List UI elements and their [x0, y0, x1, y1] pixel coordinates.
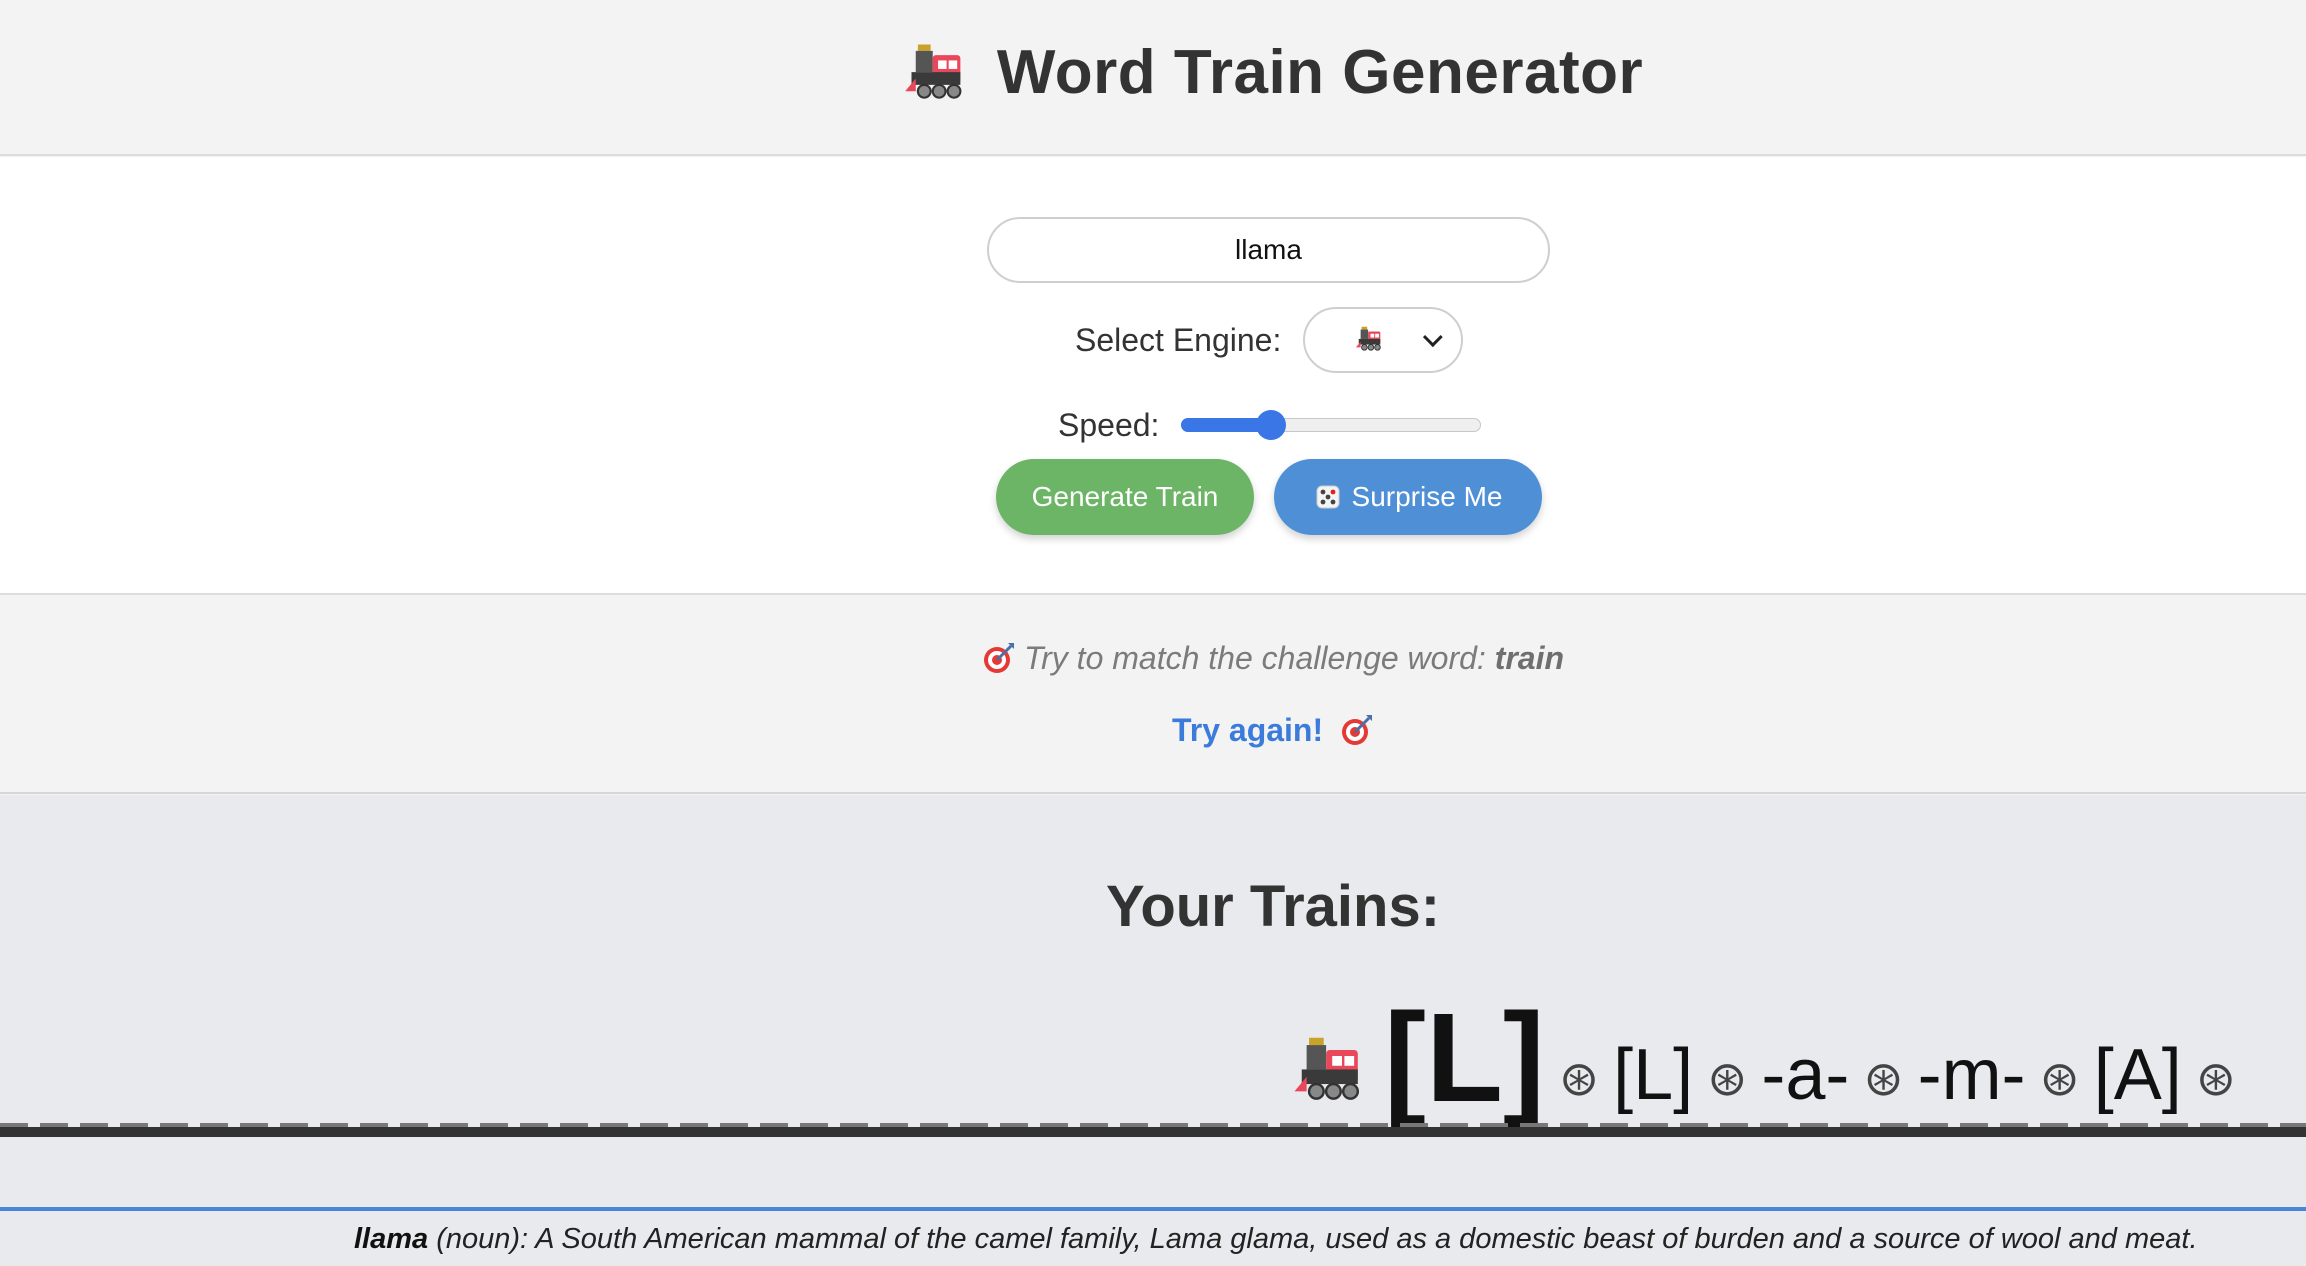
- wheel-icon: ⊛: [2039, 1053, 2080, 1106]
- rail-track: [0, 1127, 2306, 1137]
- engine-select[interactable]: [1303, 307, 1464, 373]
- app-header: Word Train Generator: [0, 0, 2306, 156]
- engine-label: Select Engine:: [1075, 321, 1282, 358]
- target-icon: [1342, 715, 1373, 745]
- speed-slider[interactable]: [1181, 410, 1482, 440]
- train-car: [L]: [1613, 1035, 1694, 1115]
- engine-row: Select Engine:: [1075, 307, 1464, 373]
- challenge-word: train: [1494, 640, 1565, 676]
- challenge-panel: Try to match the challenge word: train T…: [0, 596, 2306, 794]
- train-engine-letter: [L]: [1383, 987, 1545, 1128]
- speed-slider-thumb[interactable]: [1256, 410, 1287, 440]
- word-definition: llama (noun): A South American mammal of…: [354, 1223, 2198, 1256]
- page-title: Word Train Generator: [996, 37, 1644, 107]
- word-train: [L] ⊛ [L] ⊛ -a- ⊛ -m- ⊛ [A] ⊛: [1292, 995, 2236, 1121]
- dice-icon: [1316, 485, 1340, 509]
- engine-option-icon: [1355, 323, 1385, 358]
- trains-heading: Your Trains:: [1105, 874, 1441, 939]
- feedback-text: Try again!: [1171, 712, 1324, 748]
- challenge-prompt-line: Try to match the challenge word: train: [0, 640, 2306, 677]
- challenge-prompt: Try to match the challenge word:: [1023, 640, 1486, 676]
- trains-panel: Your Trains: [L] ⊛ [L] ⊛ -a- ⊛ -m- ⊛ [A] ⊛ llama…: [0, 795, 2306, 1266]
- chevron-down-icon: [1423, 327, 1444, 348]
- wheel-icon: ⊛: [1558, 1053, 1600, 1106]
- controls-panel: Select Engine: Speed: Generate Train: [0, 157, 2306, 595]
- definition-word: llama: [354, 1223, 429, 1255]
- wheel-icon: ⊛: [1863, 1053, 1904, 1106]
- feedback-line: Try again!: [0, 712, 2306, 749]
- train-locomotive-icon: [1292, 1028, 1370, 1121]
- speed-label: Speed:: [1058, 406, 1160, 443]
- definition-text: (noun): A South American mammal of the c…: [428, 1223, 2198, 1255]
- button-row: Generate Train Surprise Me: [996, 459, 1542, 535]
- surprise-me-label: Surprise Me: [1351, 481, 1503, 512]
- train-car: -m-: [1917, 1035, 2026, 1115]
- word-input[interactable]: [987, 217, 1550, 283]
- speed-row: Speed:: [1058, 393, 1482, 457]
- title-wrap: Word Train Generator: [903, 36, 1643, 109]
- locomotive-icon: [903, 36, 971, 109]
- surprise-me-button[interactable]: Surprise Me: [1274, 459, 1542, 535]
- wheel-icon: ⊛: [1707, 1053, 1748, 1106]
- train-car: [A]: [2093, 1035, 2182, 1115]
- generate-train-label: Generate Train: [1031, 481, 1219, 512]
- wheel-icon: ⊛: [2195, 1053, 2236, 1106]
- train-car: -a-: [1761, 1035, 1850, 1115]
- definition-divider: [0, 1207, 2306, 1211]
- target-icon: [983, 643, 1014, 673]
- generate-train-button[interactable]: Generate Train: [996, 459, 1254, 535]
